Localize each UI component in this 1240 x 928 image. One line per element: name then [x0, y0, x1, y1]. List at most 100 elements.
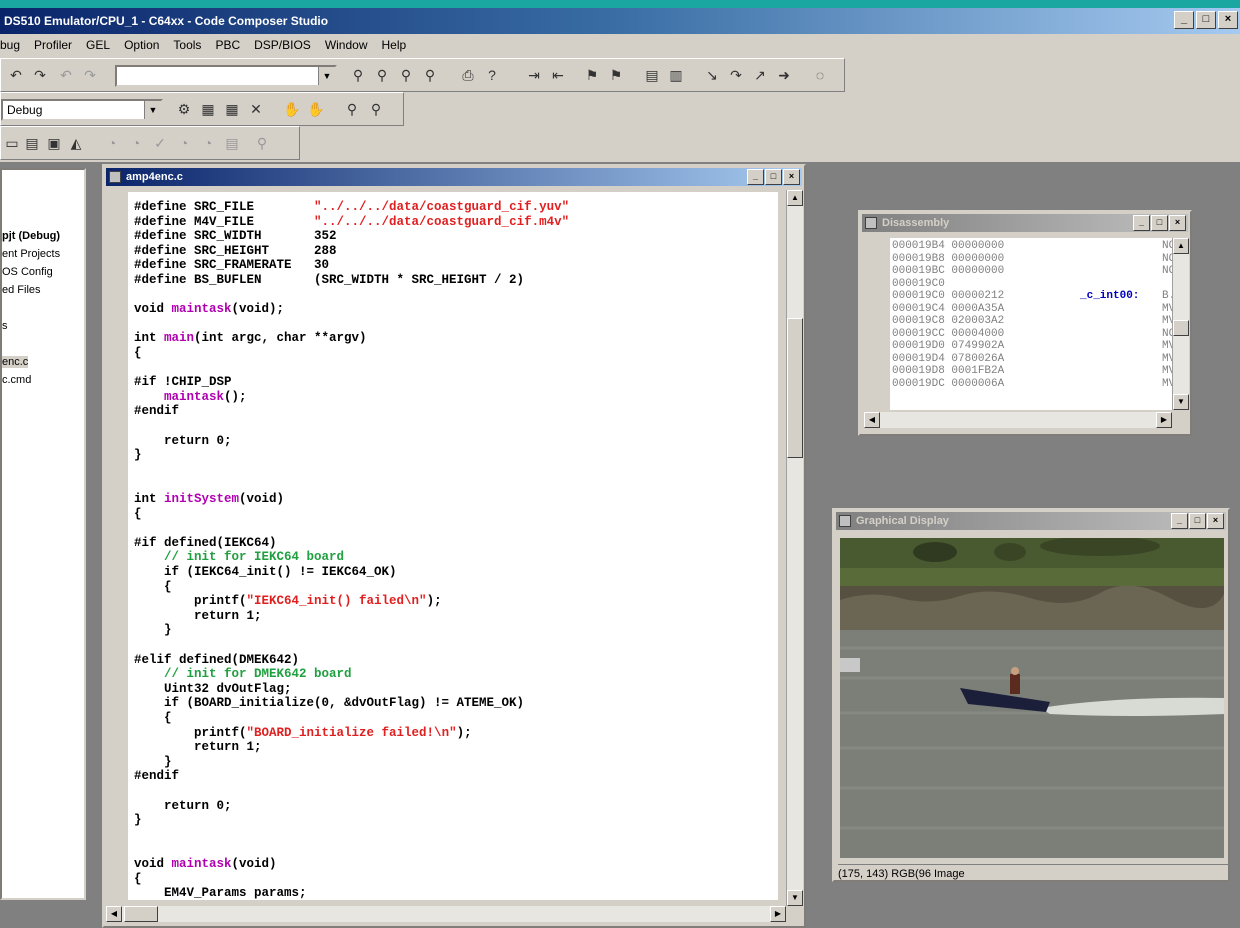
- menu-tools[interactable]: Tools: [173, 38, 201, 52]
- disassembly-row[interactable]: 000019C0 00000212: [892, 290, 1004, 303]
- code-line[interactable]: void maintask(void): [134, 857, 277, 872]
- code-line[interactable]: }: [134, 755, 172, 770]
- build-config-combo[interactable]: Debug ▼: [1, 99, 163, 121]
- scroll-up-icon[interactable]: ▲: [1173, 238, 1189, 254]
- menu-help[interactable]: Help: [382, 38, 407, 52]
- code-line[interactable]: #if defined(IEKC64): [134, 536, 277, 551]
- step-out-icon[interactable]: ↗: [749, 64, 771, 86]
- disassembly-row[interactable]: 000019BC 00000000: [892, 265, 1004, 278]
- disassembly-row[interactable]: 000019DC 0000006A: [892, 378, 1004, 391]
- code-line[interactable]: return 0;: [134, 434, 232, 449]
- breakpoint-icon[interactable]: ✋: [281, 98, 303, 120]
- code-line[interactable]: maintask();: [134, 390, 247, 405]
- disassembly-row[interactable]: 000019CC 00004000: [892, 328, 1004, 341]
- menu-profiler[interactable]: Profiler: [34, 38, 72, 52]
- remove-breakpoint-icon[interactable]: ✋: [305, 98, 327, 120]
- code-line[interactable]: #endif: [134, 769, 179, 784]
- tree-item-cmd[interactable]: c.cmd: [2, 374, 31, 386]
- outdent-icon[interactable]: ⇤: [547, 64, 569, 86]
- run-to-cursor-icon[interactable]: ➜: [773, 64, 795, 86]
- chevron-down-icon[interactable]: ▼: [144, 101, 161, 119]
- code-line[interactable]: return 1;: [134, 740, 262, 755]
- disassembly-row[interactable]: 000019C8 020003A2: [892, 315, 1004, 328]
- find-files-icon[interactable]: ⚲: [419, 64, 441, 86]
- code-line[interactable]: {: [134, 711, 172, 726]
- disassembly-row[interactable]: 000019B8 00000000: [892, 253, 1004, 266]
- maximize-button[interactable]: □: [1151, 215, 1168, 231]
- code-line[interactable]: }: [134, 813, 142, 828]
- code-line[interactable]: printf("BOARD_initialize failed!\n");: [134, 726, 472, 741]
- scroll-thumb[interactable]: [1173, 320, 1189, 336]
- code-line[interactable]: #if !CHIP_DSP: [134, 375, 232, 390]
- code-line[interactable]: if (IEKC64_init() != IEKC64_OK): [134, 565, 397, 580]
- stop-build-icon[interactable]: ✕: [245, 98, 267, 120]
- disassembly-hscroll[interactable]: ◀ ▶: [864, 412, 1172, 428]
- tree-item-dependent-projects[interactable]: ent Projects: [2, 248, 60, 260]
- memory-icon[interactable]: ▤: [21, 132, 43, 154]
- view-icon[interactable]: ▭: [1, 132, 23, 154]
- bookmark-icon[interactable]: ⚑: [581, 64, 603, 86]
- code-line[interactable]: #define SRC_FILE "../../../data/coastgua…: [134, 200, 569, 215]
- maximize-button[interactable]: □: [1196, 11, 1216, 29]
- step-into-icon[interactable]: ↘: [701, 64, 723, 86]
- close-button[interactable]: ×: [1218, 11, 1238, 29]
- close-button[interactable]: ×: [1169, 215, 1186, 231]
- code-line[interactable]: #define SRC_WIDTH 352: [134, 229, 337, 244]
- scroll-right-icon[interactable]: ▶: [1156, 412, 1172, 428]
- code-line[interactable]: int initSystem(void): [134, 492, 284, 507]
- tree-item-project[interactable]: pjt (Debug): [2, 230, 60, 242]
- code-line[interactable]: #define SRC_FRAMERATE 30: [134, 258, 329, 273]
- code-line[interactable]: return 1;: [134, 609, 262, 624]
- close-button[interactable]: ×: [783, 169, 800, 185]
- disassembly-row[interactable]: 000019B4 00000000: [892, 240, 1004, 253]
- disassembly-vscroll[interactable]: ▲ ▼: [1172, 238, 1189, 410]
- scroll-left-icon[interactable]: ◀: [864, 412, 880, 428]
- scroll-left-icon[interactable]: ◀: [106, 906, 122, 922]
- menu-debug[interactable]: bug: [0, 38, 20, 52]
- chevron-down-icon[interactable]: ▼: [318, 67, 335, 85]
- menu-option[interactable]: Option: [124, 38, 159, 52]
- code-line[interactable]: {: [134, 872, 142, 887]
- find-icon[interactable]: ⚲: [347, 64, 369, 86]
- code-line[interactable]: #endif: [134, 404, 179, 419]
- tree-item-generated-files[interactable]: ed Files: [2, 284, 41, 296]
- menu-pbc[interactable]: PBC: [215, 38, 240, 52]
- build-icon[interactable]: ▦: [197, 98, 219, 120]
- bookmark-next-icon[interactable]: ⚑: [605, 64, 627, 86]
- tree-item-encc[interactable]: enc.c: [2, 356, 29, 368]
- code-line[interactable]: }: [134, 623, 172, 638]
- maximize-button[interactable]: □: [765, 169, 782, 185]
- code-line[interactable]: }: [134, 448, 142, 463]
- code-line[interactable]: #elif defined(DMEK642): [134, 653, 299, 668]
- maximize-button[interactable]: □: [1189, 513, 1206, 529]
- scroll-down-icon[interactable]: ▼: [1173, 394, 1189, 410]
- editor-hscroll[interactable]: ◀ ▶: [106, 906, 786, 922]
- disassembly-row[interactable]: 000019D8 0001FB2A: [892, 365, 1004, 378]
- minimize-button[interactable]: _: [747, 169, 764, 185]
- animate-icon[interactable]: ◌: [809, 64, 831, 86]
- find-prev-icon[interactable]: ⚲: [395, 64, 417, 86]
- code-line[interactable]: {: [134, 507, 142, 522]
- search-combo[interactable]: ▼: [115, 65, 337, 87]
- window-tile-icon[interactable]: ▤: [641, 64, 663, 86]
- indent-icon[interactable]: ⇥: [523, 64, 545, 86]
- scroll-up-icon[interactable]: ▲: [787, 190, 803, 206]
- disassembly-row[interactable]: 000019D0 0749902A: [892, 340, 1004, 353]
- graphical-display-title-bar[interactable]: Graphical Display _ □ ×: [836, 512, 1226, 530]
- scroll-thumb[interactable]: [787, 318, 803, 458]
- code-line[interactable]: if (BOARD_initialize(0, &dvOutFlag) != A…: [134, 696, 524, 711]
- redo-icon[interactable]: ↷: [29, 64, 51, 86]
- code-line[interactable]: void maintask(void);: [134, 302, 284, 317]
- probe-icon[interactable]: ⚲: [341, 98, 363, 120]
- minimize-button[interactable]: _: [1171, 513, 1188, 529]
- tree-item-bios-config[interactable]: OS Config: [2, 266, 53, 278]
- rebuild-icon[interactable]: ▦: [221, 98, 243, 120]
- code-line[interactable]: #define BS_BUFLEN (SRC_WIDTH * SRC_HEIGH…: [134, 273, 524, 288]
- editor-title-bar[interactable]: amp4enc.c _ □ ×: [106, 168, 802, 186]
- find-next-icon[interactable]: ⚲: [371, 64, 393, 86]
- code-line[interactable]: // init for IEKC64 board: [134, 550, 344, 565]
- code-line[interactable]: Uint32 dvOutFlag;: [134, 682, 292, 697]
- disassembly-listing[interactable]: 000019B4 00000000 NO 000019B8 00000000 NO 00…: [890, 238, 1180, 410]
- code-line[interactable]: int main(int argc, char **argv): [134, 331, 367, 346]
- hscroll-thumb[interactable]: [124, 906, 158, 922]
